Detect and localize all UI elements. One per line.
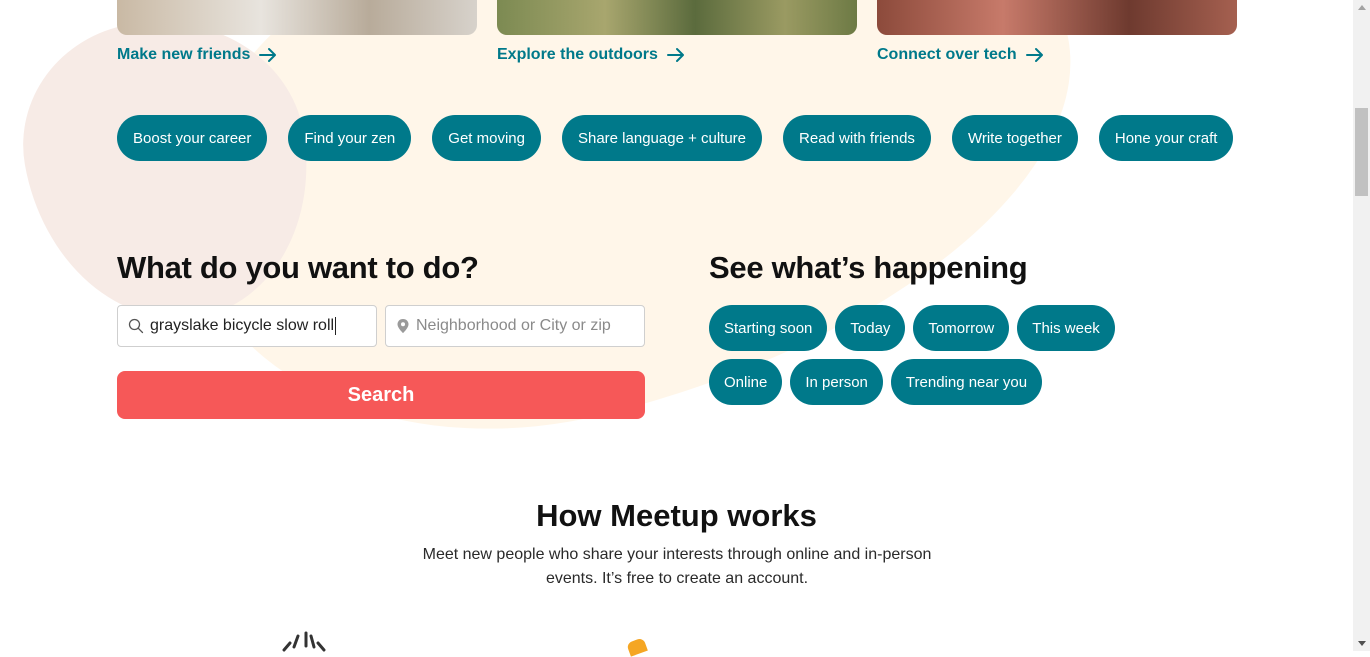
scroll-down-icon[interactable]: [1358, 641, 1366, 646]
card-image-outdoors[interactable]: [497, 0, 857, 35]
topic-pills: Boost your career Find your zen Get movi…: [117, 115, 1234, 161]
topic-pill-boost-career[interactable]: Boost your career: [117, 115, 268, 161]
how-meetup-works-title: How Meetup works: [536, 498, 817, 533]
topic-pill-write-together[interactable]: Write together: [951, 115, 1078, 161]
filter-tomorrow[interactable]: Tomorrow: [913, 305, 1010, 351]
filter-trending-near-you[interactable]: Trending near you: [890, 359, 1043, 405]
card-link-label: Make new friends: [117, 46, 251, 63]
filter-starting-soon[interactable]: Starting soon: [709, 305, 828, 351]
text-caret: [335, 316, 337, 335]
location-pin-icon: [397, 319, 409, 333]
topic-pill-share-language[interactable]: Share language + culture: [561, 115, 763, 161]
card-link-connect-over-tech[interactable]: Connect over tech: [877, 44, 1045, 66]
arrow-right-icon: [666, 48, 684, 62]
filter-online[interactable]: Online: [709, 359, 783, 405]
happening-filters-row-1: Starting soon Today Tomorrow This week: [709, 305, 1115, 351]
card-image-tech[interactable]: [877, 0, 1237, 35]
arrow-right-icon: [259, 48, 277, 62]
filter-today[interactable]: Today: [835, 305, 906, 351]
scrollbar-thumb[interactable]: [1355, 108, 1368, 196]
filter-in-person[interactable]: In person: [790, 359, 883, 405]
happening-heading: See what’s happening: [709, 250, 1028, 285]
card-link-explore-outdoors[interactable]: Explore the outdoors: [497, 44, 686, 66]
illustration-icon: [626, 637, 648, 657]
topic-pill-read-with-friends[interactable]: Read with friends: [783, 115, 931, 161]
scroll-up-icon[interactable]: [1358, 5, 1366, 10]
card-image-friends[interactable]: [117, 0, 477, 35]
card-link-label: Connect over tech: [877, 46, 1017, 63]
card-link-make-new-friends[interactable]: Make new friends: [117, 44, 278, 66]
keyword-search-input[interactable]: grayslake bicycle slow roll: [117, 305, 377, 347]
search-button[interactable]: Search: [117, 371, 645, 419]
location-placeholder: Neighborhood or City or zip: [416, 317, 611, 334]
happening-filters-row-2: Online In person Trending near you: [709, 359, 1043, 405]
sparkle-icon: [282, 631, 326, 652]
search-heading: What do you want to do?: [117, 250, 479, 285]
search-icon: [128, 318, 144, 334]
topic-pill-get-moving[interactable]: Get moving: [432, 115, 541, 161]
card-link-label: Explore the outdoors: [497, 46, 658, 63]
filter-this-week[interactable]: This week: [1017, 305, 1115, 351]
vertical-scrollbar[interactable]: [1353, 0, 1370, 651]
keyword-search-value: grayslake bicycle slow roll: [150, 317, 335, 335]
topic-pill-find-zen[interactable]: Find your zen: [288, 115, 412, 161]
location-search-input[interactable]: Neighborhood or City or zip: [385, 305, 645, 347]
how-meetup-works-subtitle: Meet new people who share your interests…: [422, 546, 932, 587]
arrow-right-icon: [1025, 48, 1043, 62]
topic-pill-hone-craft[interactable]: Hone your craft: [1098, 115, 1234, 161]
